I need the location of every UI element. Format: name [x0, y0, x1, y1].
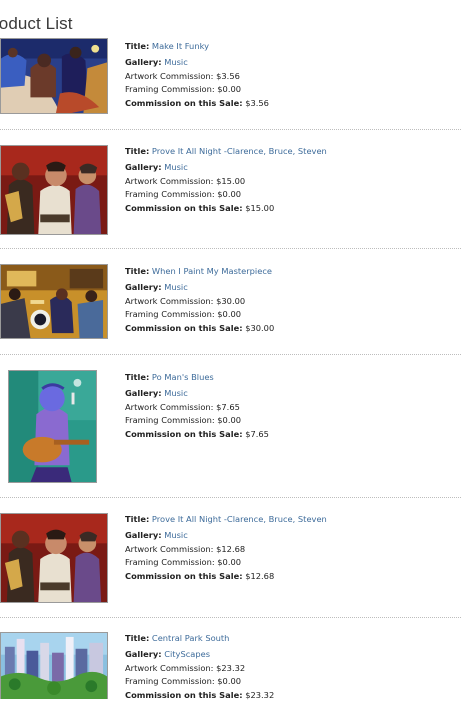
gallery-label: Gallery:: [125, 57, 162, 67]
product-thumbnail[interactable]: [0, 145, 108, 235]
product-thumbnail[interactable]: [0, 264, 108, 339]
framing-commission-value: $0.00: [217, 84, 242, 94]
gallery-label: Gallery:: [125, 282, 162, 292]
divider: [0, 617, 461, 618]
sale-commission-value: $7.65: [245, 428, 269, 439]
product-info: Title: Central Park South Gallery: CityS…: [125, 632, 274, 702]
gallery-link[interactable]: Music: [164, 282, 188, 292]
sale-commission-value: $12.68: [245, 570, 275, 581]
sale-commission-value: $3.56: [245, 97, 269, 108]
framing-commission-label: Framing Commission:: [125, 415, 215, 425]
gallery-label: Gallery:: [125, 162, 162, 172]
framing-commission-label: Framing Commission:: [125, 676, 215, 686]
title-label: Title:: [125, 41, 150, 51]
framing-commission-label: Framing Commission:: [125, 84, 215, 94]
page-title: roduct List: [0, 14, 73, 33]
artwork-commission-value: $23.32: [216, 662, 246, 673]
sale-commission-label: Commission on this Sale:: [125, 570, 243, 581]
title-label: Title:: [125, 633, 150, 643]
product-title-link[interactable]: Make It Funky: [152, 41, 209, 51]
product-info: Title: Prove It All Night -Clarence, Bru…: [125, 513, 327, 583]
title-label: Title:: [125, 514, 150, 524]
divider: [0, 129, 461, 130]
framing-commission-label: Framing Commission:: [125, 309, 215, 319]
artwork-commission-value: $30.00: [216, 295, 246, 306]
framing-commission-value: $0.00: [217, 309, 242, 319]
title-label: Title:: [125, 146, 150, 156]
gallery-label: Gallery:: [125, 649, 162, 659]
product-title-link[interactable]: When I Paint My Masterpiece: [152, 266, 272, 276]
artwork-commission-value: $15.00: [216, 175, 246, 186]
artwork-commission-label: Artwork Commission:: [125, 70, 214, 81]
artwork-commission-value: $7.65: [216, 401, 240, 412]
artwork-commission-label: Artwork Commission:: [125, 175, 214, 186]
sale-commission-label: Commission on this Sale:: [125, 97, 243, 108]
artwork-commission-label: Artwork Commission:: [125, 543, 214, 554]
gallery-link[interactable]: CityScapes: [164, 649, 210, 659]
artwork-commission-label: Artwork Commission:: [125, 295, 214, 306]
framing-commission-value: $0.00: [217, 557, 242, 567]
framing-commission-label: Framing Commission:: [125, 557, 215, 567]
product-info: Title: Make It Funky Gallery: Music Artw…: [125, 40, 269, 110]
framing-commission-value: $0.00: [217, 189, 242, 199]
gallery-link[interactable]: Music: [164, 57, 188, 67]
product-thumbnail[interactable]: [8, 370, 97, 483]
sale-commission-value: $30.00: [245, 322, 275, 333]
artwork-commission-value: $3.56: [216, 70, 240, 81]
divider: [0, 248, 461, 249]
sale-commission-label: Commission on this Sale:: [125, 322, 243, 333]
gallery-label: Gallery:: [125, 388, 162, 398]
product-title-link[interactable]: Central Park South: [152, 633, 230, 643]
framing-commission-label: Framing Commission:: [125, 189, 215, 199]
product-thumbnail[interactable]: [0, 632, 108, 699]
product-info: Title: Prove It All Night -Clarence, Bru…: [125, 145, 327, 215]
product-title-link[interactable]: Prove It All Night -Clarence, Bruce, Ste…: [152, 146, 327, 156]
artwork-commission-value: $12.68: [216, 543, 246, 554]
divider: [0, 497, 461, 498]
product-thumbnail[interactable]: [0, 38, 108, 114]
gallery-link[interactable]: Music: [164, 162, 188, 172]
product-info: Title: When I Paint My Masterpiece Galle…: [125, 265, 274, 335]
gallery-label: Gallery:: [125, 530, 162, 540]
divider: [0, 354, 461, 355]
title-label: Title:: [125, 372, 150, 382]
product-info: Title: Po Man's Blues Gallery: Music Art…: [125, 371, 269, 441]
product-title-link[interactable]: Prove It All Night -Clarence, Bruce, Ste…: [152, 514, 327, 524]
sale-commission-label: Commission on this Sale:: [125, 428, 243, 439]
sale-commission-label: Commission on this Sale:: [125, 689, 243, 700]
gallery-link[interactable]: Music: [164, 388, 188, 398]
framing-commission-value: $0.00: [217, 676, 242, 686]
framing-commission-value: $0.00: [217, 415, 242, 425]
sale-commission-value: $23.32: [245, 689, 275, 700]
artwork-commission-label: Artwork Commission:: [125, 662, 214, 673]
product-title-link[interactable]: Po Man's Blues: [152, 372, 214, 382]
sale-commission-label: Commission on this Sale:: [125, 202, 243, 213]
artwork-commission-label: Artwork Commission:: [125, 401, 214, 412]
sale-commission-value: $15.00: [245, 202, 275, 213]
gallery-link[interactable]: Music: [164, 530, 188, 540]
product-thumbnail[interactable]: [0, 513, 108, 603]
title-label: Title:: [125, 266, 150, 276]
